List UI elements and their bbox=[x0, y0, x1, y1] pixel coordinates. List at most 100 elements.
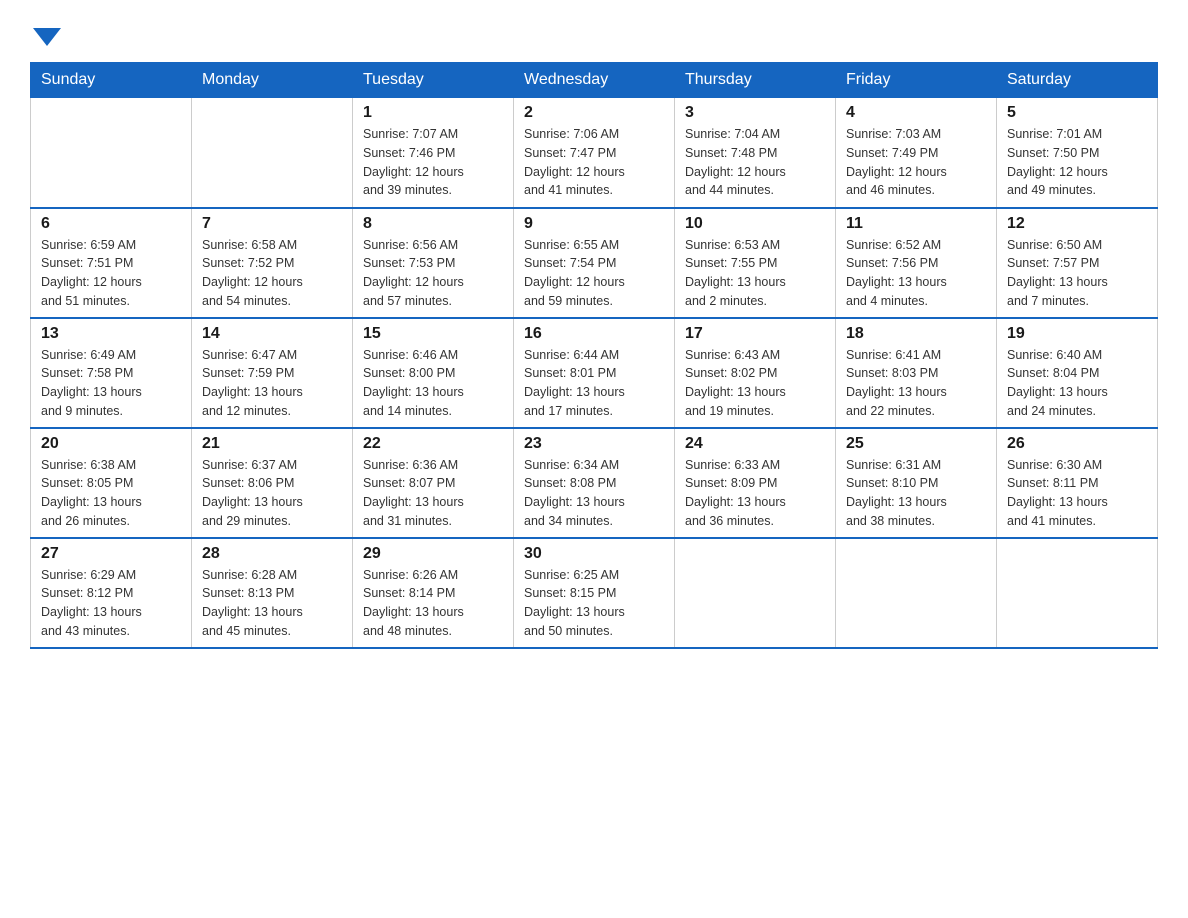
calendar-cell: 15 Sunrise: 6:46 AM Sunset: 8:00 PM Dayli… bbox=[353, 318, 514, 428]
calendar-cell: 12 Sunrise: 6:50 AM Sunset: 7:57 PM Dayli… bbox=[997, 208, 1158, 318]
day-sun-info: Sunrise: 6:47 AM Sunset: 7:59 PM Dayligh… bbox=[202, 346, 342, 421]
day-sun-info: Sunrise: 6:33 AM Sunset: 8:09 PM Dayligh… bbox=[685, 456, 825, 531]
day-sun-info: Sunrise: 6:36 AM Sunset: 8:07 PM Dayligh… bbox=[363, 456, 503, 531]
calendar-cell: 24Sunrise: 6:33 AM Sunset: 8:09 PM Dayli… bbox=[675, 428, 836, 538]
calendar-cell: 22Sunrise: 6:36 AM Sunset: 8:07 PM Dayli… bbox=[353, 428, 514, 538]
day-number: 23 bbox=[524, 435, 664, 453]
day-sun-info: Sunrise: 6:30 AM Sunset: 8:11 PM Dayligh… bbox=[1007, 456, 1147, 531]
day-sun-info: Sunrise: 6:26 AM Sunset: 8:14 PM Dayligh… bbox=[363, 566, 503, 641]
logo-arrow-icon bbox=[33, 28, 61, 46]
day-number: 18 bbox=[846, 325, 986, 343]
calendar-cell: 9 Sunrise: 6:55 AM Sunset: 7:54 PM Daylig… bbox=[514, 208, 675, 318]
calendar-cell: 14 Sunrise: 6:47 AM Sunset: 7:59 PM Dayli… bbox=[192, 318, 353, 428]
calendar-cell: 29Sunrise: 6:26 AM Sunset: 8:14 PM Dayli… bbox=[353, 538, 514, 648]
day-number: 19 bbox=[1007, 325, 1147, 343]
calendar-cell: 6 Sunrise: 6:59 AM Sunset: 7:51 PM Daylig… bbox=[31, 208, 192, 318]
day-sun-info: Sunrise: 7:03 AM Sunset: 7:49 PM Dayligh… bbox=[846, 125, 986, 200]
weekday-header-friday: Friday bbox=[836, 63, 997, 98]
calendar-cell: 7 Sunrise: 6:58 AM Sunset: 7:52 PM Daylig… bbox=[192, 208, 353, 318]
day-number: 25 bbox=[846, 435, 986, 453]
calendar-cell: 19 Sunrise: 6:40 AM Sunset: 8:04 PM Dayli… bbox=[997, 318, 1158, 428]
day-sun-info: Sunrise: 6:52 AM Sunset: 7:56 PM Dayligh… bbox=[846, 236, 986, 311]
calendar-cell: 3 Sunrise: 7:04 AM Sunset: 7:48 PM Daylig… bbox=[675, 98, 836, 208]
calendar-cell: 23 Sunrise: 6:34 AM Sunset: 8:08 PM Dayli… bbox=[514, 428, 675, 538]
page-header bbox=[30, 20, 1158, 42]
day-number: 20 bbox=[41, 435, 181, 453]
calendar-week-row: 6 Sunrise: 6:59 AM Sunset: 7:51 PM Daylig… bbox=[31, 208, 1158, 318]
day-sun-info: Sunrise: 6:31 AM Sunset: 8:10 PM Dayligh… bbox=[846, 456, 986, 531]
calendar-cell bbox=[997, 538, 1158, 648]
day-sun-info: Sunrise: 6:50 AM Sunset: 7:57 PM Dayligh… bbox=[1007, 236, 1147, 311]
day-sun-info: Sunrise: 6:44 AM Sunset: 8:01 PM Dayligh… bbox=[524, 346, 664, 421]
calendar-cell: 8 Sunrise: 6:56 AM Sunset: 7:53 PM Daylig… bbox=[353, 208, 514, 318]
weekday-header-sunday: Sunday bbox=[31, 63, 192, 98]
day-number: 15 bbox=[363, 325, 503, 343]
calendar-cell: 20 Sunrise: 6:38 AM Sunset: 8:05 PM Dayli… bbox=[31, 428, 192, 538]
calendar-cell: 11 Sunrise: 6:52 AM Sunset: 7:56 PM Dayli… bbox=[836, 208, 997, 318]
weekday-header-thursday: Thursday bbox=[675, 63, 836, 98]
day-number: 8 bbox=[363, 215, 503, 233]
day-sun-info: Sunrise: 6:58 AM Sunset: 7:52 PM Dayligh… bbox=[202, 236, 342, 311]
calendar-cell: 13Sunrise: 6:49 AM Sunset: 7:58 PM Dayli… bbox=[31, 318, 192, 428]
calendar-week-row: 13Sunrise: 6:49 AM Sunset: 7:58 PM Dayli… bbox=[31, 318, 1158, 428]
day-sun-info: Sunrise: 6:43 AM Sunset: 8:02 PM Dayligh… bbox=[685, 346, 825, 421]
calendar-week-row: 1 Sunrise: 7:07 AM Sunset: 7:46 PM Daylig… bbox=[31, 98, 1158, 208]
calendar-cell bbox=[675, 538, 836, 648]
day-sun-info: Sunrise: 7:07 AM Sunset: 7:46 PM Dayligh… bbox=[363, 125, 503, 200]
day-sun-info: Sunrise: 6:56 AM Sunset: 7:53 PM Dayligh… bbox=[363, 236, 503, 311]
calendar-cell: 18 Sunrise: 6:41 AM Sunset: 8:03 PM Dayli… bbox=[836, 318, 997, 428]
day-sun-info: Sunrise: 6:49 AM Sunset: 7:58 PM Dayligh… bbox=[41, 346, 181, 421]
weekday-header-saturday: Saturday bbox=[997, 63, 1158, 98]
day-sun-info: Sunrise: 7:06 AM Sunset: 7:47 PM Dayligh… bbox=[524, 125, 664, 200]
day-number: 6 bbox=[41, 215, 181, 233]
day-sun-info: Sunrise: 6:53 AM Sunset: 7:55 PM Dayligh… bbox=[685, 236, 825, 311]
day-sun-info: Sunrise: 6:59 AM Sunset: 7:51 PM Dayligh… bbox=[41, 236, 181, 311]
calendar-cell: 16 Sunrise: 6:44 AM Sunset: 8:01 PM Dayli… bbox=[514, 318, 675, 428]
day-sun-info: Sunrise: 6:37 AM Sunset: 8:06 PM Dayligh… bbox=[202, 456, 342, 531]
calendar-cell: 26 Sunrise: 6:30 AM Sunset: 8:11 PM Dayli… bbox=[997, 428, 1158, 538]
day-number: 27 bbox=[41, 545, 181, 563]
weekday-header-row: SundayMondayTuesdayWednesdayThursdayFrid… bbox=[31, 63, 1158, 98]
day-number: 10 bbox=[685, 215, 825, 233]
day-number: 30 bbox=[524, 545, 664, 563]
day-sun-info: Sunrise: 6:25 AM Sunset: 8:15 PM Dayligh… bbox=[524, 566, 664, 641]
calendar-cell: 2Sunrise: 7:06 AM Sunset: 7:47 PM Daylig… bbox=[514, 98, 675, 208]
calendar-cell: 30 Sunrise: 6:25 AM Sunset: 8:15 PM Dayli… bbox=[514, 538, 675, 648]
day-sun-info: Sunrise: 6:46 AM Sunset: 8:00 PM Dayligh… bbox=[363, 346, 503, 421]
calendar-cell: 25 Sunrise: 6:31 AM Sunset: 8:10 PM Dayli… bbox=[836, 428, 997, 538]
day-sun-info: Sunrise: 6:38 AM Sunset: 8:05 PM Dayligh… bbox=[41, 456, 181, 531]
day-number: 21 bbox=[202, 435, 342, 453]
calendar-cell: 17Sunrise: 6:43 AM Sunset: 8:02 PM Dayli… bbox=[675, 318, 836, 428]
day-sun-info: Sunrise: 6:40 AM Sunset: 8:04 PM Dayligh… bbox=[1007, 346, 1147, 421]
calendar-cell: 4 Sunrise: 7:03 AM Sunset: 7:49 PM Daylig… bbox=[836, 98, 997, 208]
calendar-cell: 27Sunrise: 6:29 AM Sunset: 8:12 PM Dayli… bbox=[31, 538, 192, 648]
day-number: 16 bbox=[524, 325, 664, 343]
calendar-cell bbox=[31, 98, 192, 208]
logo bbox=[30, 20, 61, 42]
day-number: 4 bbox=[846, 104, 986, 122]
calendar-cell: 21 Sunrise: 6:37 AM Sunset: 8:06 PM Dayli… bbox=[192, 428, 353, 538]
day-sun-info: Sunrise: 7:01 AM Sunset: 7:50 PM Dayligh… bbox=[1007, 125, 1147, 200]
day-sun-info: Sunrise: 7:04 AM Sunset: 7:48 PM Dayligh… bbox=[685, 125, 825, 200]
day-number: 14 bbox=[202, 325, 342, 343]
calendar-table: SundayMondayTuesdayWednesdayThursdayFrid… bbox=[30, 62, 1158, 649]
day-sun-info: Sunrise: 6:41 AM Sunset: 8:03 PM Dayligh… bbox=[846, 346, 986, 421]
day-number: 3 bbox=[685, 104, 825, 122]
day-number: 26 bbox=[1007, 435, 1147, 453]
day-sun-info: Sunrise: 6:34 AM Sunset: 8:08 PM Dayligh… bbox=[524, 456, 664, 531]
day-number: 5 bbox=[1007, 104, 1147, 122]
day-number: 1 bbox=[363, 104, 503, 122]
weekday-header-tuesday: Tuesday bbox=[353, 63, 514, 98]
calendar-week-row: 27Sunrise: 6:29 AM Sunset: 8:12 PM Dayli… bbox=[31, 538, 1158, 648]
weekday-header-wednesday: Wednesday bbox=[514, 63, 675, 98]
calendar-cell bbox=[192, 98, 353, 208]
day-number: 28 bbox=[202, 545, 342, 563]
day-sun-info: Sunrise: 6:55 AM Sunset: 7:54 PM Dayligh… bbox=[524, 236, 664, 311]
calendar-cell: 28 Sunrise: 6:28 AM Sunset: 8:13 PM Dayli… bbox=[192, 538, 353, 648]
day-number: 12 bbox=[1007, 215, 1147, 233]
day-number: 7 bbox=[202, 215, 342, 233]
calendar-cell: 1 Sunrise: 7:07 AM Sunset: 7:46 PM Daylig… bbox=[353, 98, 514, 208]
day-number: 9 bbox=[524, 215, 664, 233]
day-sun-info: Sunrise: 6:28 AM Sunset: 8:13 PM Dayligh… bbox=[202, 566, 342, 641]
day-number: 11 bbox=[846, 215, 986, 233]
